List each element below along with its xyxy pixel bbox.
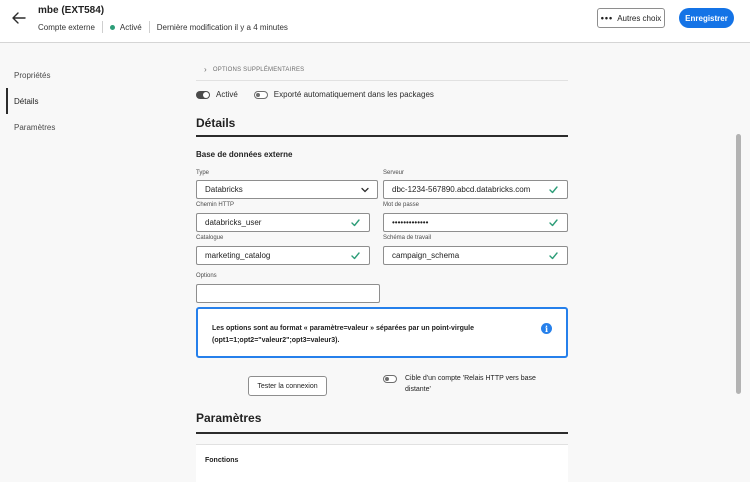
additional-options-expander[interactable]: › OPTIONS SUPPLÉMENTAIRES — [204, 65, 304, 74]
top-header: mbe (EXT584) Compte externe Activé Derni… — [0, 0, 750, 43]
details-title: Détails — [196, 116, 236, 130]
functions-label: Fonctions — [205, 457, 239, 464]
db-subtitle: Base de données externe — [196, 150, 293, 159]
sidebar-item-label: Détails — [14, 96, 39, 106]
server-label: Serveur — [383, 170, 405, 176]
auto-export-toggle-label: Exporté automatiquement dans les package… — [273, 90, 434, 99]
password-field[interactable]: ••••••••••••• — [383, 213, 568, 232]
section-rule — [196, 135, 568, 137]
toggle-row: Activé Exporté automatiquement dans les … — [196, 90, 450, 99]
divider — [101, 21, 103, 33]
info-message: Les options sont au format « paramètre=v… — [196, 307, 568, 358]
header-meta: Compte externe Activé Dernière modificat… — [38, 21, 288, 33]
arrow-left-icon — [12, 12, 26, 24]
page-title: mbe (EXT584) — [38, 5, 105, 16]
options-field[interactable] — [196, 284, 380, 303]
test-connection-button[interactable]: Tester la connexion — [248, 376, 327, 396]
last-modified: Dernière modification il y a 4 minutes — [156, 22, 288, 32]
checkmark-icon — [351, 219, 360, 227]
save-button[interactable]: Enregistrer — [679, 8, 734, 28]
auto-export-toggle[interactable] — [253, 90, 268, 99]
sidebar-item-parameters[interactable]: Paramètres — [6, 114, 116, 140]
sidebar-item-properties[interactable]: Propriétés — [6, 62, 116, 88]
type-label: Type — [196, 170, 210, 176]
catalog-value: marketing_catalog — [205, 251, 271, 260]
info-icon: i — [541, 323, 552, 334]
checkmark-icon — [351, 252, 360, 260]
type-value: Databricks — [205, 185, 243, 194]
sidebar-item-label: Paramètres — [14, 122, 56, 132]
checkmark-icon — [549, 252, 558, 260]
type-select[interactable]: Databricks — [196, 180, 378, 199]
divider — [196, 80, 568, 81]
server-value: dbc-1234-567890.abcd.databricks.com — [392, 185, 531, 194]
back-button[interactable] — [10, 10, 28, 26]
additional-options-label: OPTIONS SUPPLÉMENTAIRES — [212, 66, 305, 73]
scrollbar[interactable] — [734, 44, 744, 482]
relay-option: Cible d'un compte 'Relais HTTP vers base… — [383, 373, 555, 395]
http-path-field[interactable]: databricks_user — [196, 213, 370, 232]
account-type: Compte externe — [38, 22, 95, 32]
active-toggle[interactable] — [196, 90, 210, 99]
status-badge: Activé — [119, 22, 142, 32]
password-label: Mot de passe — [383, 202, 420, 208]
functions-card: Fonctions — [196, 444, 568, 482]
options-label: Options — [196, 273, 217, 279]
catalog-label: Catalogue — [196, 235, 224, 241]
schema-field[interactable]: campaign_schema — [383, 246, 568, 265]
more-options-label: Autres choix — [617, 13, 662, 23]
http-path-label: Chemin HTTP — [196, 202, 235, 208]
ellipsis-icon: ••• — [600, 13, 614, 23]
sidebar: Propriétés Détails Paramètres — [6, 62, 116, 140]
divider — [148, 21, 150, 33]
status-dot — [109, 24, 115, 30]
password-value: ••••••••••••• — [392, 218, 429, 227]
relay-toggle-label: Cible d'un compte 'Relais HTTP vers base… — [405, 375, 536, 393]
schema-label: Schéma de travail — [383, 235, 432, 241]
section-rule — [196, 432, 568, 434]
more-options-button[interactable]: ••• Autres choix — [597, 8, 665, 28]
parameters-title: Paramètres — [196, 411, 262, 425]
server-field[interactable]: dbc-1234-567890.abcd.databricks.com — [383, 180, 568, 199]
relay-toggle[interactable] — [383, 375, 397, 383]
sidebar-item-details[interactable]: Détails — [6, 88, 116, 114]
http-path-value: databricks_user — [205, 218, 262, 227]
active-toggle-label: Activé — [216, 90, 238, 99]
checkmark-icon — [549, 186, 558, 194]
scrollbar-thumb[interactable] — [736, 134, 741, 394]
chevron-down-icon — [361, 187, 369, 193]
schema-value: campaign_schema — [392, 251, 460, 260]
info-text: Les options sont au format « paramètre=v… — [212, 325, 474, 344]
catalog-field[interactable]: marketing_catalog — [196, 246, 370, 265]
sidebar-item-label: Propriétés — [14, 70, 51, 80]
chevron-right-icon: › — [204, 65, 207, 74]
checkmark-icon — [549, 219, 558, 227]
